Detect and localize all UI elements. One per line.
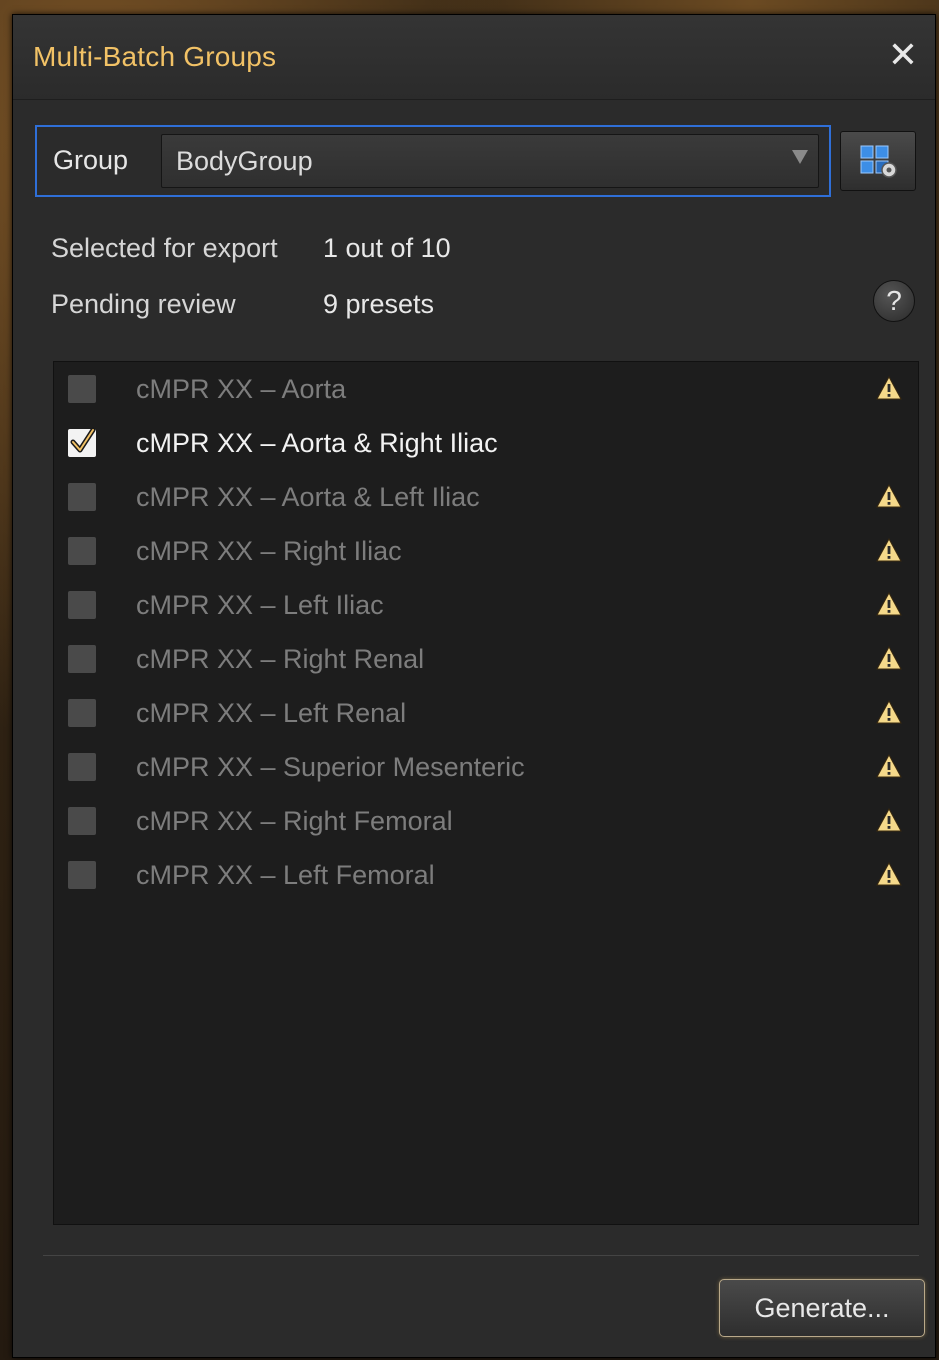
- group-dropdown[interactable]: BodyGroup: [161, 134, 819, 188]
- selected-for-export-label: Selected for export: [51, 233, 278, 263]
- preset-row[interactable]: cMPR XX – Aorta & Left Iliac: [54, 470, 918, 524]
- preset-checkbox[interactable]: [68, 591, 96, 619]
- group-dropdown-value: BodyGroup: [176, 146, 313, 176]
- warning-icon: [876, 538, 902, 562]
- help-icon: ?: [886, 285, 902, 316]
- group-settings-icon: [860, 145, 897, 178]
- group-settings-button[interactable]: [840, 131, 916, 191]
- preset-checkbox[interactable]: [68, 483, 96, 511]
- preset-checkbox[interactable]: [68, 645, 96, 673]
- pending-review-label: Pending review: [51, 289, 236, 319]
- preset-row[interactable]: cMPR XX – Left Renal: [54, 686, 918, 740]
- preset-checkbox[interactable]: [68, 699, 96, 727]
- warning-icon: [876, 754, 902, 778]
- checkmark-icon: [70, 427, 96, 453]
- footer-divider: [43, 1255, 919, 1256]
- group-label: Group: [53, 145, 129, 175]
- generate-button[interactable]: Generate...: [719, 1279, 925, 1337]
- chevron-down-icon: [792, 150, 808, 164]
- preset-checkbox[interactable]: [68, 375, 96, 403]
- warning-icon: [876, 808, 902, 832]
- preset-row[interactable]: cMPR XX – Right Iliac: [54, 524, 918, 578]
- preset-label: cMPR XX – Right Iliac: [136, 536, 402, 566]
- close-button[interactable]: ✕: [881, 33, 925, 77]
- preset-checkbox[interactable]: [68, 753, 96, 781]
- preset-label: cMPR XX – Left Renal: [136, 698, 407, 728]
- preset-label: cMPR XX – Aorta & Left Iliac: [136, 482, 480, 512]
- dialog-title: Multi-Batch Groups: [33, 41, 277, 72]
- multi-batch-groups-dialog: Multi-Batch Groups ✕ Group BodyGroup Sel…: [12, 14, 936, 1358]
- preset-row[interactable]: cMPR XX – Left Femoral: [54, 848, 918, 902]
- warning-icon: [876, 592, 902, 616]
- warning-icon: [876, 700, 902, 724]
- warning-icon: [876, 484, 902, 508]
- title-bar: Multi-Batch Groups ✕: [13, 15, 935, 100]
- preset-checkbox[interactable]: [68, 537, 96, 565]
- close-icon: ✕: [887, 34, 919, 75]
- preset-list: cMPR XX – Aorta cMPR XX – Aorta & Right I…: [53, 361, 919, 1225]
- group-selector-row: Group BodyGroup: [35, 125, 831, 197]
- warning-icon: [876, 862, 902, 886]
- selected-for-export-value: 1 out of 10: [323, 233, 451, 263]
- preset-label: cMPR XX – Right Renal: [136, 644, 425, 674]
- warning-icon: [876, 646, 902, 670]
- preset-label: cMPR XX – Left Iliac: [136, 590, 384, 620]
- preset-checkbox[interactable]: [68, 807, 96, 835]
- preset-label: cMPR XX – Left Femoral: [136, 860, 435, 890]
- preset-row[interactable]: cMPR XX – Left Iliac: [54, 578, 918, 632]
- preset-label: cMPR XX – Aorta & Right Iliac: [136, 428, 498, 458]
- preset-row[interactable]: cMPR XX – Aorta & Right Iliac: [54, 416, 918, 470]
- preset-row[interactable]: cMPR XX – Right Femoral: [54, 794, 918, 848]
- warning-icon: [876, 376, 902, 400]
- preset-row[interactable]: cMPR XX – Aorta: [54, 362, 918, 416]
- pending-review-value: 9 presets: [323, 289, 435, 319]
- preset-label: cMPR XX – Superior Mesenteric: [136, 752, 525, 782]
- preset-row[interactable]: cMPR XX – Right Renal: [54, 632, 918, 686]
- preset-label: cMPR XX – Aorta: [136, 374, 347, 404]
- preset-checkbox[interactable]: [68, 861, 96, 889]
- preset-checkbox[interactable]: [68, 427, 96, 457]
- preset-label: cMPR XX – Right Femoral: [136, 806, 453, 836]
- help-button[interactable]: ?: [873, 280, 915, 322]
- preset-row[interactable]: cMPR XX – Superior Mesenteric: [54, 740, 918, 794]
